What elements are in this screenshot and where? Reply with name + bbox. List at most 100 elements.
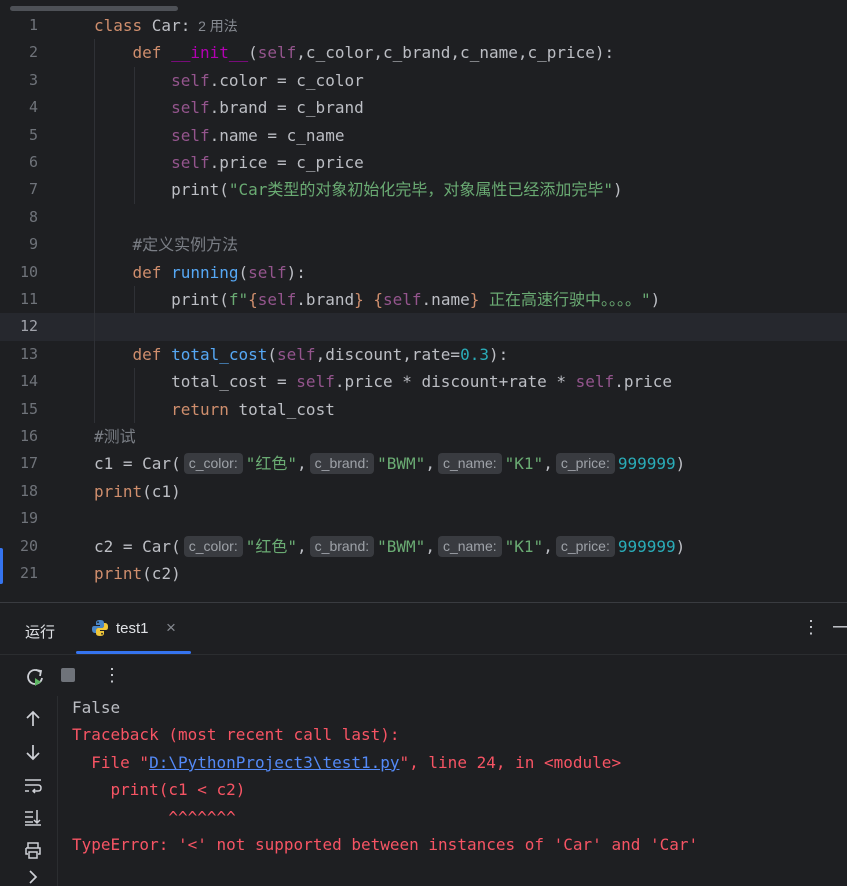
code-text: return total_cost — [94, 396, 335, 423]
code-line[interactable]: 16 #测试 — [0, 423, 847, 450]
print-icon[interactable] — [24, 841, 42, 859]
code-token: "Car类型的对象初始化完毕，对象属性已经添加完毕" — [228, 180, 614, 200]
code-token: .brand — [296, 290, 355, 309]
code-token: 999999 — [617, 454, 676, 474]
code-token: , — [543, 454, 553, 474]
code-token: } — [469, 290, 480, 309]
parameter-hint: c_color: — [183, 535, 243, 557]
run-toolbar: ⋮ — [0, 654, 847, 696]
code-line[interactable]: 10 def running(self): — [0, 259, 847, 286]
code-line[interactable]: 13 def total_cost(self,discount,rate=0.3… — [0, 341, 847, 368]
console-text: Traceback (most recent call last): — [72, 725, 400, 745]
code-line[interactable]: 7 print("Car类型的对象初始化完毕，对象属性已经添加完毕") — [0, 176, 847, 203]
code-token: self — [257, 290, 297, 309]
code-token: f" — [228, 290, 249, 309]
parameter-hint: c_price: — [555, 453, 615, 475]
code-line[interactable]: 11 print(f"{self.brand} {self.name} 正在高速… — [0, 286, 847, 313]
code-line[interactable]: 19 — [0, 505, 847, 532]
code-token: ( — [219, 180, 229, 200]
chevron-right-icon[interactable] — [24, 868, 42, 886]
code-token: self — [277, 344, 316, 364]
run-panel-title: 运行 — [25, 624, 56, 641]
code-editor[interactable]: 1 class Car: 2 用法 2 def __init__(self,c_co… — [0, 0, 847, 602]
line-number: 16 — [19, 427, 38, 445]
tab-test1[interactable]: test1 × — [76, 603, 191, 654]
code-line[interactable]: 15 return total_cost — [0, 396, 847, 423]
code-line[interactable]: 18 print(c1) — [0, 478, 847, 505]
code-token: self — [257, 43, 297, 63]
code-token: .price * discount+rate * — [334, 372, 576, 392]
code-token: ( — [238, 262, 249, 282]
code-line[interactable]: 14 total_cost = self.price * discount+ra… — [0, 368, 847, 395]
line-number: 4 — [28, 98, 38, 117]
console-output[interactable]: False Traceback (most recent call last): … — [58, 696, 847, 886]
parameter-hint: c_price: — [555, 535, 615, 557]
code-token: .name — [421, 290, 470, 309]
line-number: 2 — [28, 43, 38, 62]
code-token: ): — [286, 262, 306, 282]
minimize-icon[interactable]: — — [833, 615, 847, 638]
code-token: , — [425, 454, 435, 474]
code-token: return — [94, 399, 239, 419]
code-line[interactable]: 21 print(c2) — [0, 560, 847, 587]
line-number: 5 — [28, 125, 38, 144]
code-token: def — [94, 344, 172, 364]
line-number: 21 — [19, 564, 38, 582]
console-line: print(c1 < c2) — [72, 776, 246, 803]
code-line[interactable]: 8 — [0, 204, 847, 231]
code-line[interactable]: 5 self.name = c_name — [0, 122, 847, 149]
arrow-up-icon[interactable] — [24, 710, 42, 728]
code-token: Car: — [151, 16, 191, 35]
code-line[interactable]: 12 — [0, 313, 847, 341]
code-line[interactable]: 3 self.color = c_color — [0, 67, 847, 94]
horizontal-scrollbar[interactable] — [10, 6, 178, 11]
code-text: def running(self): — [94, 259, 306, 286]
console-line: File "D:\PythonProject3\test1.py", line … — [72, 749, 621, 776]
code-text: class Car: 2 用法 — [94, 12, 238, 40]
close-icon[interactable]: × — [166, 618, 176, 638]
scroll-to-end-icon[interactable] — [24, 808, 42, 826]
more-options-icon[interactable]: ⋮ — [802, 617, 820, 638]
code-token: self — [248, 262, 287, 282]
line-number: 9 — [28, 235, 38, 254]
code-line[interactable]: 17 c1 = Car(c_color: "红色", c_brand: "BWM", c_… — [0, 450, 847, 477]
code-token: "K1" — [504, 454, 544, 474]
parameter-hint: c_brand: — [309, 453, 375, 475]
line-number: 1 — [28, 16, 38, 34]
code-token: print — [94, 564, 143, 583]
run-sidebar — [0, 696, 58, 886]
code-token: self — [296, 372, 335, 392]
code-token: "红色" — [245, 536, 298, 556]
console-line: ^^^^^^^ — [72, 804, 235, 831]
code-line[interactable]: 4 self.brand = c_brand — [0, 94, 847, 121]
code-line[interactable]: 20 c2 = Car(c_color: "红色", c_brand: "BWM", c_… — [0, 533, 847, 560]
code-token: { — [373, 290, 384, 309]
code-token: (c1) — [142, 481, 181, 501]
code-token: self — [171, 98, 210, 118]
console-text: ", line 24, in <module> — [399, 752, 622, 772]
arrow-down-icon[interactable] — [24, 743, 42, 761]
code-text: self.name = c_name — [94, 122, 344, 149]
rerun-icon[interactable] — [25, 667, 45, 687]
stop-icon[interactable] — [61, 668, 75, 682]
code-token: "BWM" — [377, 454, 426, 474]
code-text: def total_cost(self,discount,rate=0.3): — [94, 341, 509, 368]
code-token: ) — [675, 454, 686, 474]
code-token: print — [94, 180, 220, 200]
more-options-icon[interactable]: ⋮ — [103, 665, 121, 686]
code-line[interactable]: 6 self.price = c_price — [0, 149, 847, 176]
code-line[interactable]: 9 #定义实例方法 — [0, 231, 847, 258]
code-token: .price = c_price — [209, 153, 364, 172]
line-number: 7 — [28, 180, 38, 199]
code-text: def __init__(self,c_color,c_brand,c_name… — [94, 39, 615, 66]
parameter-hint: c_name: — [437, 535, 502, 557]
code-line[interactable]: 1 class Car: 2 用法 — [0, 12, 847, 39]
code-token: c1 = Car( — [94, 454, 181, 474]
soft-wrap-icon[interactable] — [24, 776, 42, 794]
file-link[interactable]: D:\PythonProject3\test1.py — [149, 753, 399, 772]
code-token: ( — [248, 43, 258, 63]
console-line: Traceback (most recent call last): — [72, 721, 400, 748]
code-line[interactable]: 2 def __init__(self,c_color,c_brand,c_na… — [0, 39, 847, 66]
run-panel-header: 运行 test1 × ⋮ — — [0, 602, 847, 654]
